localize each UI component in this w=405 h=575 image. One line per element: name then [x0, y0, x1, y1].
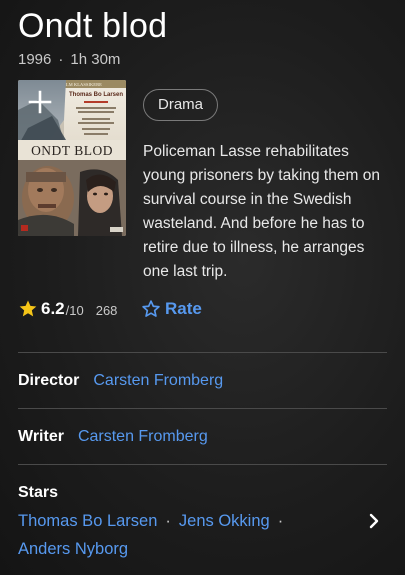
- stars-separator: ·: [165, 512, 171, 530]
- star-link[interactable]: Jens Okking: [179, 512, 270, 530]
- writer-label: Writer: [18, 428, 64, 445]
- stars-more-button[interactable]: [364, 509, 384, 533]
- divider: [18, 352, 387, 353]
- director-row: Director Carsten Fromberg: [18, 369, 223, 393]
- meta-separator: ·: [58, 51, 64, 68]
- rating-summary[interactable]: 6.2 /10 268: [18, 297, 117, 321]
- runtime: 1h 30m: [70, 51, 121, 68]
- rate-button[interactable]: Rate: [141, 297, 202, 321]
- vote-count: 268: [95, 302, 118, 318]
- movie-title: Ondt blod: [18, 7, 168, 45]
- rate-label: Rate: [165, 299, 202, 318]
- star-outline-icon: [142, 300, 160, 317]
- stars-label: Stars: [18, 484, 59, 501]
- divider: [18, 464, 387, 465]
- add-icon: [28, 90, 52, 114]
- director-label: Director: [18, 372, 80, 389]
- poster-title-text: ONDT BLOD: [31, 143, 113, 158]
- stars-list-line-2: Anders Nyborg: [18, 537, 128, 561]
- star-link[interactable]: Anders Nyborg: [18, 540, 128, 558]
- director-link[interactable]: Carsten Fromberg: [93, 372, 223, 389]
- star-link[interactable]: Thomas Bo Larsen: [18, 512, 157, 530]
- rating-score: 6.2: [41, 299, 65, 318]
- writer-row: Writer Carsten Fromberg: [18, 425, 208, 449]
- writer-link[interactable]: Carsten Fromberg: [78, 428, 208, 445]
- poster-actor-text: Thomas Bo Larsen: [69, 92, 123, 98]
- rating-scale: /10: [65, 303, 84, 318]
- plot-description: Policeman Lasse rehabilitates young pris…: [143, 143, 380, 280]
- stars-list-line-1: Thomas Bo Larsen · Jens Okking ·: [18, 509, 291, 533]
- movie-meta: 1996 · 1h 30m: [18, 50, 120, 70]
- star-icon: [19, 300, 37, 317]
- add-to-watchlist-button[interactable]: [26, 88, 54, 116]
- chevron-right-icon: [369, 513, 379, 529]
- release-year: 1996: [18, 51, 52, 68]
- genre-chip[interactable]: Drama: [143, 89, 219, 121]
- stars-separator: ·: [277, 512, 284, 530]
- divider: [18, 408, 387, 409]
